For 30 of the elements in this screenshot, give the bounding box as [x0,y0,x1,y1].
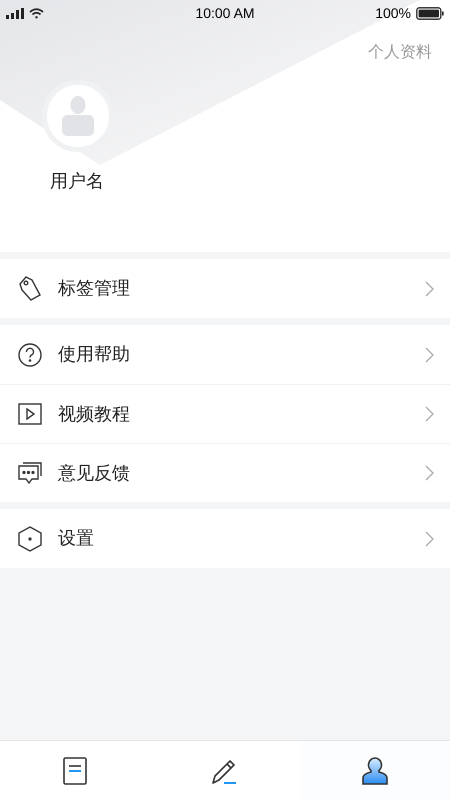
person-icon [61,96,95,136]
chevron-right-icon [425,406,434,422]
menu-item[interactable]: 标签管理 [0,259,450,318]
menu-item[interactable]: 设置 [0,509,450,568]
help-icon [18,342,42,366]
chevron-right-icon [425,280,434,296]
tag-icon [18,276,42,302]
menu-item[interactable]: 视频教程 [0,384,450,443]
hexagon-icon [18,526,42,552]
menu-label: 设置 [58,527,95,550]
menu-label: 视频教程 [58,402,131,426]
chevron-right-icon [425,346,434,362]
battery-icon [416,6,444,20]
menu-item[interactable]: 使用帮助 [0,325,450,384]
status-time: 10:00 AM [195,4,255,22]
chat-icon [18,461,42,485]
chevron-right-icon [425,465,434,481]
menu-label: 使用帮助 [58,343,131,366]
signal-icon [6,8,24,18]
tab[interactable] [300,741,450,800]
document-icon [63,756,87,784]
battery-percent: 100% [375,4,411,22]
menu-label: 意见反馈 [58,462,131,484]
menu-item[interactable]: 意见反馈 [0,443,450,502]
person-icon [362,756,388,784]
play-icon [18,403,42,425]
menu-label: 标签管理 [58,277,131,300]
username: 用户名 [50,171,104,191]
chevron-right-icon [425,530,434,546]
wifi-icon [29,8,44,18]
